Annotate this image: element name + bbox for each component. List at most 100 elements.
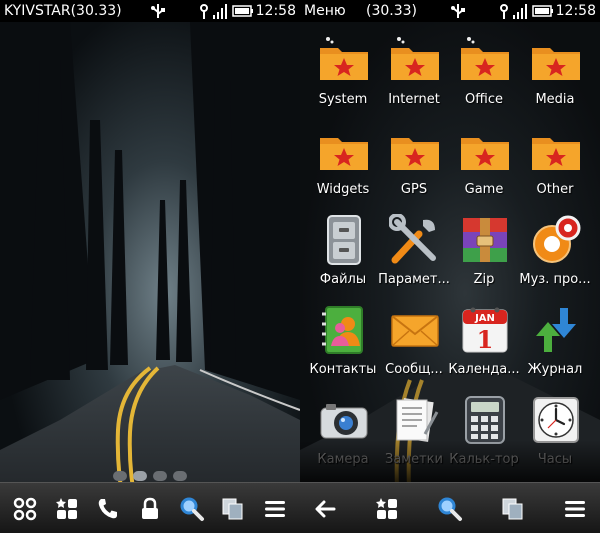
copy-button[interactable]: [219, 495, 247, 523]
app-gps[interactable]: GPS: [377, 114, 451, 204]
app-widgets[interactable]: Widgets: [306, 114, 380, 204]
app-label: Internet: [388, 92, 440, 107]
usb-icon: [151, 4, 165, 18]
app-log[interactable]: Журнал: [518, 294, 592, 384]
calendar-icon: JAN1: [462, 307, 508, 354]
app-calendar[interactable]: JAN 1 Календа...: [447, 294, 521, 384]
favorites-button[interactable]: [373, 495, 401, 523]
app-other[interactable]: Other: [518, 114, 592, 204]
status-bar: Меню (30.33) 12:58: [300, 0, 600, 22]
contacts-icon: [322, 306, 363, 354]
app-messages[interactable]: Сообщ...: [377, 294, 451, 384]
menu-title: Меню: [304, 3, 346, 19]
folder-icon: [532, 138, 580, 170]
app-internet[interactable]: Internet: [377, 24, 451, 114]
messages-icon: [391, 315, 439, 347]
app-camera[interactable]: Камера: [306, 384, 380, 474]
app-notes[interactable]: Заметки: [377, 384, 451, 474]
back-button[interactable]: [311, 495, 339, 523]
app-label: Часы: [537, 452, 573, 467]
antenna-icon: [500, 4, 508, 19]
clock-time: 12:58: [555, 3, 596, 19]
notes-icon: [396, 398, 439, 442]
phone-icon: [98, 499, 117, 519]
lock-icon: [142, 497, 158, 519]
app-label: Камера: [317, 452, 369, 467]
app-game[interactable]: Game: [447, 114, 521, 204]
favorites-button[interactable]: [53, 495, 81, 523]
apps-grid-icon: [13, 497, 37, 521]
app-media[interactable]: Media: [518, 24, 592, 114]
calculator-icon: [465, 396, 505, 444]
page-dot: [173, 471, 187, 481]
app-office[interactable]: Office: [447, 24, 521, 114]
status-bar: KYIVSTAR(30.33) 12:58: [0, 0, 300, 22]
forest-road-wallpaper: [0, 0, 300, 533]
app-label: Office: [465, 92, 503, 107]
page-dot-current: [133, 471, 147, 481]
app-clock[interactable]: Часы: [518, 384, 592, 474]
app-label: Календа...: [448, 362, 520, 377]
camera-icon: [320, 404, 368, 439]
app-label: Game: [464, 182, 504, 197]
favorites-icon: [56, 498, 77, 519]
app-label: GPS: [400, 182, 428, 197]
menu-button[interactable]: [261, 495, 289, 523]
folder-icon: [391, 138, 439, 170]
menu-icon: [565, 501, 585, 517]
calendar-month: JAN: [474, 313, 495, 324]
menu-toolbar: [300, 482, 600, 533]
folder-icon: [320, 37, 368, 80]
battery-icon: [232, 5, 253, 17]
file-cabinet-icon: [327, 215, 361, 265]
page-dot: [153, 471, 167, 481]
signal-strength-icon: [213, 4, 227, 19]
app-contacts[interactable]: Контакты: [306, 294, 380, 384]
search-icon: [180, 497, 204, 521]
phone-button[interactable]: [94, 495, 122, 523]
search-button[interactable]: [436, 495, 464, 523]
app-settings[interactable]: Парамет...: [377, 204, 451, 294]
menu-button[interactable]: [561, 495, 589, 523]
home-toolbar: [0, 482, 300, 533]
search-icon: [438, 497, 462, 521]
app-label: Муз. про...: [519, 272, 591, 287]
back-icon: [315, 500, 336, 518]
home-screen: KYIVSTAR(30.33) 12:58: [0, 0, 300, 533]
folder-icon: [461, 138, 509, 170]
page-indicator: [113, 471, 187, 481]
operator-label: KYIVSTAR(30.33): [4, 3, 122, 19]
log-icon: [536, 308, 576, 352]
app-label: System: [318, 92, 368, 107]
app-files[interactable]: Файлы: [306, 204, 380, 294]
app-label: Заметки: [385, 452, 443, 467]
folder-icon: [320, 138, 368, 170]
signal-strength-icon: [513, 4, 527, 19]
clock-time: 12:58: [255, 3, 296, 19]
app-music-player[interactable]: Муз. про...: [518, 204, 592, 294]
menu-icon: [265, 501, 285, 517]
calendar-day: 1: [477, 325, 494, 354]
apps-grid-button[interactable]: [11, 495, 39, 523]
app-label: Журнал: [527, 362, 583, 377]
antenna-icon: [200, 4, 208, 19]
folder-icon: [532, 48, 580, 80]
app-zip[interactable]: Zip: [447, 204, 521, 294]
app-label: Сообщ...: [385, 362, 443, 377]
app-label: Контакты: [309, 362, 377, 377]
copy-button[interactable]: [499, 495, 527, 523]
app-system[interactable]: System: [306, 24, 380, 114]
search-button[interactable]: [178, 495, 206, 523]
lock-button[interactable]: [136, 495, 164, 523]
menu-screen: Меню (30.33) 12:58 System Internet Offic…: [300, 0, 600, 533]
usb-icon: [451, 4, 465, 18]
app-label: Other: [536, 182, 574, 197]
app-label: Media: [535, 92, 575, 107]
clock-icon: [533, 397, 579, 443]
favorites-icon: [376, 498, 397, 519]
folder-icon: [461, 37, 509, 80]
app-label: Widgets: [316, 182, 370, 197]
menu-count: (30.33): [366, 3, 418, 19]
app-label: Zip: [473, 272, 495, 287]
app-calculator[interactable]: Кальк-тор: [447, 384, 521, 474]
